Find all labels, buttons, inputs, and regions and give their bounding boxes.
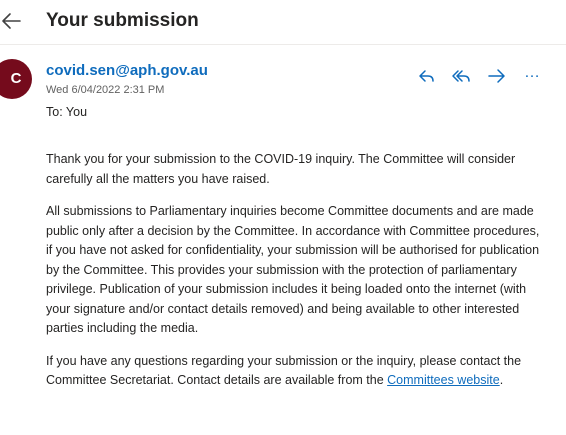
back-button[interactable] (0, 8, 26, 34)
message-body: Thank you for your submission to the COV… (46, 150, 546, 404)
page-title: Your submission (46, 10, 199, 31)
reply-all-button[interactable] (451, 66, 473, 86)
body-paragraph: Thank you for your submission to the COV… (46, 152, 516, 186)
header-bar: Your submission (0, 0, 566, 45)
more-icon: … (524, 64, 541, 81)
forward-button[interactable] (486, 66, 508, 86)
body-paragraph: If you have any questions regarding your… (46, 352, 546, 391)
avatar-initial: C (10, 70, 22, 87)
message-date: Wed 6/04/2022 2:31 PM (46, 84, 165, 96)
reply-all-icon (451, 66, 473, 86)
body-paragraph: All submissions to Parliamentary inquiri… (46, 204, 540, 335)
forward-icon (486, 66, 508, 86)
arrow-left-icon (0, 8, 26, 34)
recipient-line: To: You (46, 105, 88, 119)
body-text: . (499, 373, 504, 387)
committees-website-link[interactable]: Committees website (387, 373, 500, 387)
email-reading-pane: Your submission C covid.sen@aph.gov.au W… (0, 0, 566, 435)
more-actions-button[interactable]: … (524, 64, 544, 86)
reply-icon (416, 66, 438, 86)
sender-email[interactable]: covid.sen@aph.gov.au (46, 62, 208, 79)
reply-button[interactable] (416, 66, 438, 86)
avatar[interactable]: C (0, 59, 32, 99)
